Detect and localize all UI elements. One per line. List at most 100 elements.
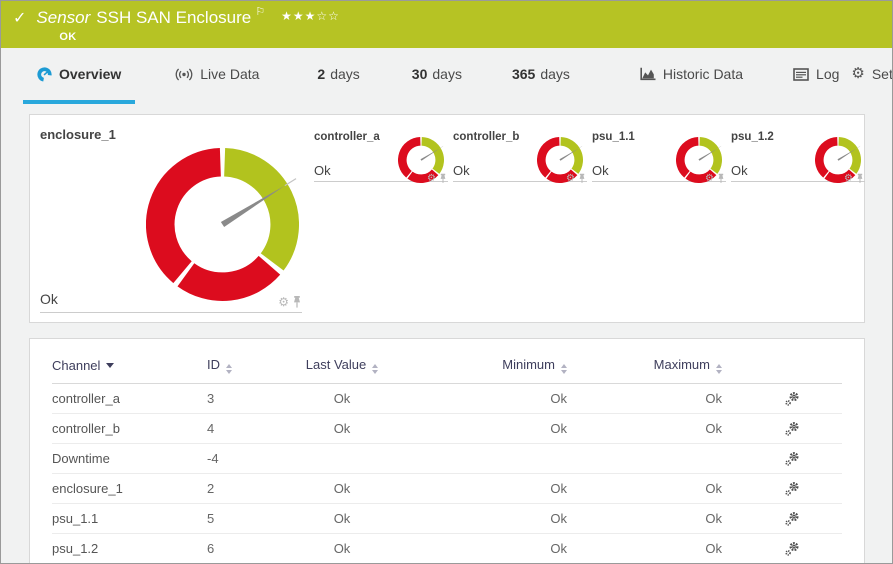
tab-2-days[interactable]: 2 days — [311, 48, 365, 104]
gauge-status-text: Ok — [453, 163, 470, 178]
cell-minimum: Ok — [397, 413, 567, 445]
cell-channel: psu_1.2 — [52, 533, 207, 563]
gauge-status-text: Ok — [314, 163, 331, 178]
sensor-kind-label: Sensor — [36, 8, 91, 27]
cell-last-value: Ok — [287, 503, 397, 535]
broadcast-icon — [175, 68, 193, 80]
stars-empty: ☆☆ — [316, 9, 340, 23]
cell-maximum: Ok — [567, 473, 722, 505]
tab-overview-label: Overview — [59, 66, 122, 82]
prtg-sensor-page: ✓ Sensor SSH SAN Enclosure ⚐ ★★★☆☆ OK Ov… — [0, 0, 893, 564]
cell-channel: psu_1.1 — [52, 503, 207, 535]
channel-settings-gears-icon[interactable] — [784, 421, 799, 437]
cell-maximum: Ok — [567, 533, 722, 563]
sort-desc-icon — [106, 363, 115, 368]
gauge-gear-icon[interactable]: ⚙ — [427, 173, 436, 184]
tab-overview[interactable]: Overview — [23, 48, 136, 104]
cell-minimum — [397, 443, 567, 475]
sort-icon — [226, 364, 232, 374]
pin-icon[interactable] — [856, 173, 864, 184]
mini-gauge-row: controller_a Ok ⚙ controller_b Ok ⚙ psu_… — [314, 122, 865, 322]
gauge-gear-icon[interactable]: ⚙ — [566, 173, 575, 184]
log-icon — [793, 67, 809, 81]
channel-settings-gears-icon[interactable] — [784, 481, 799, 497]
table-row: psu_1.1 5 Ok Ok Ok — [52, 503, 842, 535]
tab-settings[interactable]: ⚙ Settings — [845, 48, 892, 104]
tab-bar: Overview Live Data 2 days 30 days 365 da… — [1, 48, 892, 104]
cell-maximum — [567, 443, 722, 475]
priority-stars[interactable]: ★★★☆☆ — [281, 6, 340, 26]
gauge-tile-psu-1-1: psu_1.1 Ok ⚙ — [592, 122, 726, 184]
sensor-title: SSH SAN Enclosure — [96, 8, 252, 27]
settings-gear-icon: ⚙ — [851, 65, 865, 82]
channels-table: Channel ID Last Value Minimum Maximum co… — [52, 355, 842, 563]
gauge-gear-icon[interactable]: ⚙ — [278, 296, 289, 308]
tab-log-label: Log — [816, 66, 840, 82]
tab-live-data[interactable]: Live Data — [169, 48, 265, 104]
channel-settings-gears-icon[interactable] — [784, 391, 799, 407]
table-row: psu_1.2 6 Ok Ok Ok — [52, 533, 842, 563]
column-header-last-value-label: Last Value — [305, 357, 367, 372]
gauge-tile-psu-1-2: psu_1.2 Ok ⚙ — [731, 122, 865, 184]
cell-minimum: Ok — [397, 383, 567, 415]
column-header-actions — [722, 355, 842, 384]
cell-maximum: Ok — [567, 383, 722, 415]
table-row: controller_b 4 Ok Ok Ok — [52, 413, 842, 445]
channel-settings-gears-icon[interactable] — [784, 541, 799, 557]
gauge-tile-controller-b: controller_b Ok ⚙ — [453, 122, 587, 184]
channel-settings-gears-icon[interactable] — [784, 511, 799, 527]
column-header-id[interactable]: ID — [207, 355, 287, 384]
cell-id: -4 — [207, 443, 287, 475]
gauge-status-text: Ok — [40, 291, 58, 307]
column-header-maximum[interactable]: Maximum — [567, 355, 722, 384]
flag-icon[interactable]: ⚐ — [255, 7, 265, 18]
tab-historic-data-label: Historic Data — [662, 66, 744, 82]
pin-icon[interactable] — [292, 295, 302, 309]
cell-id: 3 — [207, 383, 287, 415]
tab-365-days-number: 365 — [511, 66, 536, 82]
sort-icon — [561, 364, 567, 374]
cell-minimum: Ok — [397, 473, 567, 505]
cell-last-value: Ok — [287, 473, 397, 505]
gauge-status-text: Ok — [731, 163, 748, 178]
sort-icon — [716, 364, 722, 374]
cell-id: 5 — [207, 503, 287, 535]
cell-minimum: Ok — [397, 533, 567, 563]
column-header-channel-label: Channel — [52, 358, 101, 373]
cell-last-value: Ok — [287, 383, 397, 415]
tab-365-days-unit: days — [540, 66, 570, 82]
chart-icon — [640, 67, 656, 81]
gauge-gear-icon[interactable]: ⚙ — [705, 173, 714, 184]
table-row: Downtime -4 — [52, 443, 842, 475]
column-header-last-value[interactable]: Last Value — [287, 355, 397, 384]
tab-365-days[interactable]: 365 days — [506, 48, 576, 104]
pin-icon[interactable] — [717, 173, 725, 184]
gauge-title: enclosure_1 — [40, 127, 116, 142]
status-gauge — [146, 148, 299, 301]
gauge-gear-icon[interactable]: ⚙ — [844, 173, 853, 184]
cell-id: 6 — [207, 533, 287, 563]
column-header-channel[interactable]: Channel — [52, 355, 207, 384]
tab-2-days-unit: days — [330, 66, 360, 82]
overview-content: enclosure_1 Ok ⚙ controller_a Ok ⚙ contr… — [1, 104, 892, 563]
cell-channel: Downtime — [52, 443, 207, 475]
gauge-status-text: Ok — [592, 163, 609, 178]
sensor-status-badge: OK — [59, 31, 77, 43]
tab-historic-data[interactable]: Historic Data — [634, 48, 749, 104]
pin-icon[interactable] — [439, 173, 447, 184]
column-header-maximum-label: Maximum — [653, 357, 710, 372]
cell-id: 2 — [207, 473, 287, 505]
sort-icon — [372, 364, 379, 374]
tab-30-days-unit: days — [432, 66, 462, 82]
tab-2-days-number: 2 — [317, 66, 326, 82]
tab-30-days[interactable]: 30 days — [406, 48, 468, 104]
channel-settings-gears-icon[interactable] — [784, 451, 799, 467]
gauge-tile-enclosure-1: enclosure_1 Ok ⚙ — [40, 122, 302, 313]
pin-icon[interactable] — [578, 173, 586, 184]
cell-channel: controller_b — [52, 413, 207, 445]
cell-maximum: Ok — [567, 413, 722, 445]
cell-channel: controller_a — [52, 383, 207, 415]
tab-live-data-label: Live Data — [200, 66, 260, 82]
tab-log[interactable]: Log — [787, 48, 845, 104]
column-header-minimum[interactable]: Minimum — [397, 355, 567, 384]
